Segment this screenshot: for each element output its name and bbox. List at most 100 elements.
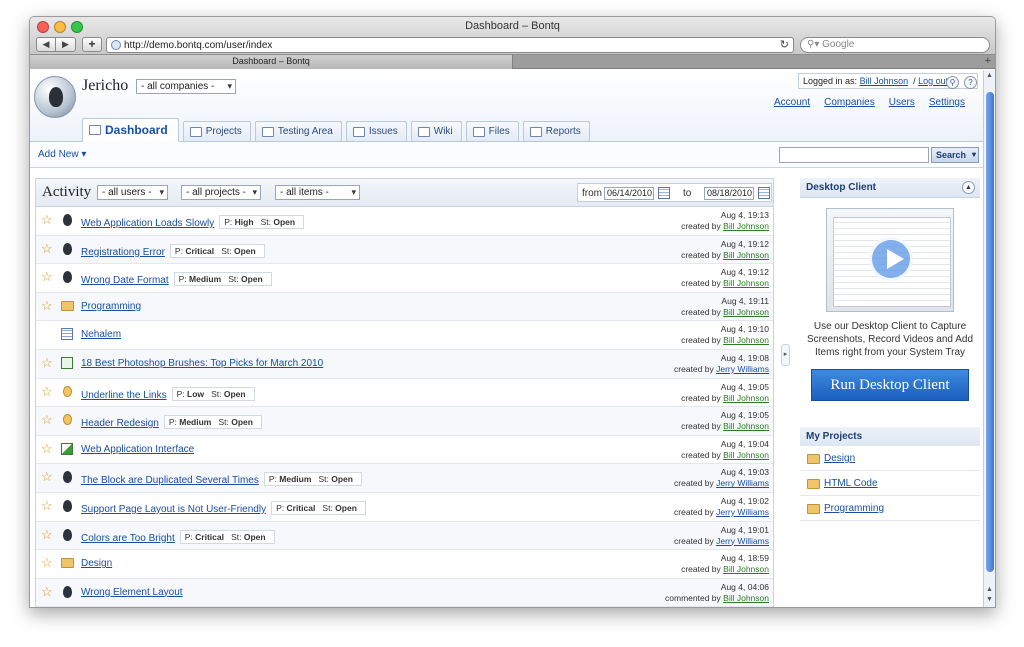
star-icon[interactable]: ☆ (41, 385, 53, 398)
tab-reports[interactable]: Reports (522, 121, 590, 141)
activity-meta: Aug 4, 04:06 commented by Bill Johnson (665, 582, 769, 604)
activity-user-link[interactable]: Bill Johnson (723, 221, 769, 231)
logged-in-label: Logged in as: (803, 76, 858, 86)
star-icon[interactable]: ☆ (41, 556, 53, 569)
chart-icon (529, 126, 542, 137)
tab-issues[interactable]: Issues (345, 121, 407, 141)
activity-item-link[interactable]: Nehalem (81, 329, 121, 340)
logout-link[interactable]: Log out (918, 76, 948, 86)
users-link[interactable]: Users (889, 97, 915, 108)
activity-user-link[interactable]: Bill Johnson (723, 393, 769, 403)
tab-label: Projects (205, 126, 242, 137)
search-input[interactable] (779, 147, 929, 163)
run-desktop-client-button[interactable]: Run Desktop Client (811, 369, 969, 401)
activity-user-link[interactable]: Bill Johnson (723, 593, 769, 603)
scroll-down-icon[interactable]: ▼ (984, 596, 995, 605)
status-value: Open (241, 274, 263, 285)
star-icon[interactable]: ☆ (41, 242, 53, 255)
tab-projects[interactable]: Projects (182, 121, 251, 141)
search-help-icon[interactable]: ⚲ (946, 76, 959, 89)
collapse-sidebar-handle[interactable]: ▸ (781, 344, 790, 366)
from-date-input[interactable]: 06/14/2010 (604, 187, 654, 200)
activity-item-link[interactable]: The Block are Duplicated Several Times P:… (81, 472, 362, 487)
account-link[interactable]: Account (774, 97, 810, 108)
to-date-input[interactable]: 08/18/2010 (704, 187, 754, 200)
tab-label: Dashboard (105, 123, 168, 137)
tab-testing-area[interactable]: Testing Area (254, 121, 342, 141)
scroll-up-icon[interactable]: ▲ (984, 72, 995, 81)
activity-user-link[interactable]: Jerry Williams (716, 478, 769, 488)
activity-user-link[interactable]: Jerry Williams (716, 536, 769, 546)
activity-user-link[interactable]: Jerry Williams (716, 507, 769, 517)
activity-item-link[interactable]: Registrationg Error P: Critical St: Open (81, 243, 265, 258)
star-icon[interactable]: ☆ (41, 356, 53, 369)
user-link[interactable]: Bill Johnson (860, 76, 909, 86)
activity-item-link[interactable]: Web Application Interface (81, 444, 194, 455)
status-badge: P: High St: Open (219, 215, 305, 229)
date-range: from 06/14/2010 to 08/18/2010 (577, 183, 772, 202)
activity-item-link[interactable]: Underline the Links P: Low St: Open (81, 386, 255, 401)
star-icon[interactable]: ☆ (41, 213, 53, 226)
tab-files[interactable]: Files (465, 121, 519, 141)
desktop-client-screenshot[interactable] (826, 208, 954, 312)
filter-users-select[interactable]: - all users - (97, 185, 168, 200)
add-bookmark-button[interactable]: + (82, 37, 102, 52)
star-icon[interactable]: ☆ (41, 528, 53, 541)
page-scrollbar[interactable]: ▲ ▲ ▼ (983, 70, 995, 607)
add-new-button[interactable]: Add New ▾ (38, 149, 86, 160)
company-select[interactable]: - all companies - (136, 79, 236, 94)
search-button[interactable]: Search (931, 147, 979, 163)
activity-item-link[interactable]: Colors are Too Bright P: Critical St: Ope… (81, 529, 275, 544)
activity-user-link[interactable]: Bill Johnson (723, 307, 769, 317)
back-button[interactable]: ◀ (36, 37, 56, 52)
star-icon[interactable]: ☆ (41, 413, 53, 426)
activity-item-link[interactable]: 18 Best Photoshop Brushes: Top Picks for… (81, 358, 323, 369)
star-icon[interactable]: ☆ (41, 499, 53, 512)
project-link[interactable]: Design (824, 453, 855, 464)
activity-user-link[interactable]: Bill Johnson (723, 564, 769, 574)
filter-projects-select[interactable]: - all projects - (181, 185, 261, 200)
star-icon[interactable]: ☆ (41, 585, 53, 598)
url-bar[interactable]: http://demo.bontq.com/user/index ↻ (106, 37, 794, 53)
activity-item-link[interactable]: Header Redesign P: Medium St: Open (81, 415, 262, 430)
browser-search-input[interactable]: ⚲▾ Google (800, 37, 990, 53)
activity-user-link[interactable]: Bill Johnson (723, 421, 769, 431)
folder-icon (61, 558, 74, 569)
companies-link[interactable]: Companies (824, 97, 875, 108)
activity-user-link[interactable]: Jerry Williams (716, 364, 769, 374)
star-icon[interactable]: ☆ (41, 299, 53, 312)
play-icon[interactable] (869, 237, 913, 281)
filter-items-select[interactable]: - all items - (275, 185, 360, 200)
activity-user-link[interactable]: Bill Johnson (723, 335, 769, 345)
tab-wiki[interactable]: Wiki (410, 121, 462, 141)
settings-link[interactable]: Settings (929, 97, 965, 108)
activity-item-link[interactable]: Support Page Layout is Not User-Friendly… (81, 500, 366, 515)
project-link[interactable]: Programming (824, 503, 884, 514)
activity-user-link[interactable]: Bill Johnson (723, 450, 769, 460)
calendar-icon[interactable] (658, 187, 670, 199)
collapse-icon[interactable]: ▲ (962, 181, 975, 194)
browser-tab[interactable]: Dashboard – Bontq (30, 55, 513, 69)
star-icon[interactable]: ☆ (41, 442, 53, 455)
tab-dashboard[interactable]: Dashboard (82, 118, 179, 142)
new-tab-icon[interactable]: + (985, 55, 991, 68)
star-icon[interactable]: ☆ (41, 470, 53, 483)
activity-time: Aug 4, 19:05 (720, 381, 769, 392)
forward-button[interactable]: ▶ (56, 37, 76, 52)
activity-item-link[interactable]: Design (81, 558, 112, 569)
activity-user-link[interactable]: Bill Johnson (723, 278, 769, 288)
activity-item-link[interactable]: Web Application Loads Slowly P: High St: … (81, 215, 305, 229)
activity-item-link[interactable]: Wrong Date Format P: Medium St: Open (81, 272, 272, 287)
scroll-up-icon[interactable]: ▲ (984, 586, 995, 595)
star-icon[interactable]: ☆ (41, 270, 53, 283)
help-icon[interactable]: ? (964, 76, 977, 89)
calendar-icon[interactable] (758, 187, 770, 199)
activity-item-link[interactable]: Programming (81, 301, 141, 312)
activity-user-link[interactable]: Bill Johnson (723, 250, 769, 260)
search-placeholder: Google (822, 39, 855, 50)
status-badge: P: Low St: Open (171, 386, 255, 401)
scroll-thumb[interactable] (986, 92, 994, 572)
reload-icon[interactable]: ↻ (780, 38, 789, 51)
project-link[interactable]: HTML Code (824, 478, 878, 489)
activity-item-link[interactable]: Wrong Element Layout (81, 587, 183, 598)
